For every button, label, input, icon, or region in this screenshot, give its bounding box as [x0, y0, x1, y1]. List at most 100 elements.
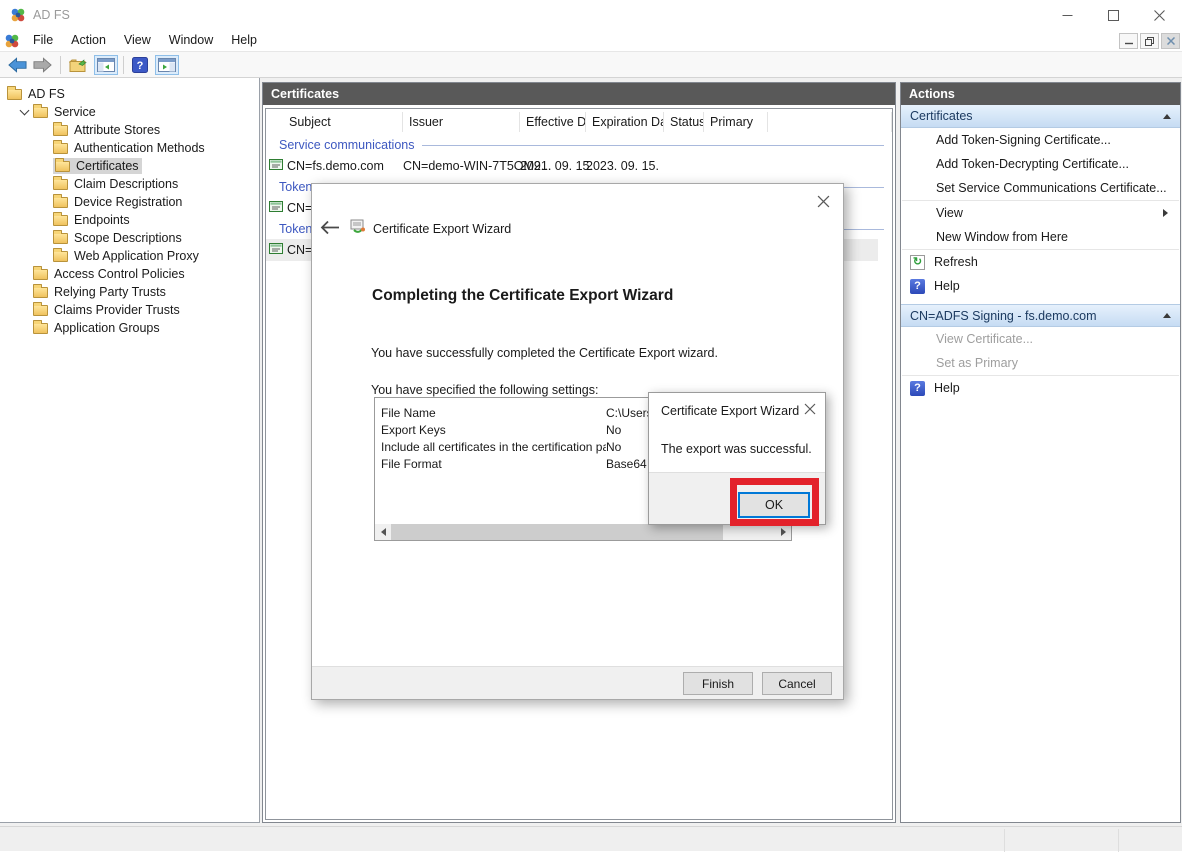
tree-item-adfs[interactable]: AD FS — [0, 85, 259, 103]
title-bar: AD FS — [0, 0, 1182, 30]
minimize-button[interactable] — [1044, 0, 1090, 30]
folder-icon — [33, 269, 48, 280]
maximize-button[interactable] — [1090, 0, 1136, 30]
menu-help[interactable]: Help — [222, 30, 266, 52]
column-subject[interactable]: Subject — [266, 112, 403, 132]
statusbar-cell — [1118, 829, 1182, 852]
tree-item-attribute-stores[interactable]: Attribute Stores — [0, 121, 259, 139]
refresh-icon: ↻ — [910, 255, 925, 270]
cert-effective-date: 2021. 09. 15. — [520, 159, 586, 173]
tree-item-claims-provider-trusts[interactable]: Claims Provider Trusts — [0, 301, 259, 319]
forward-icon[interactable] — [30, 54, 55, 76]
cert-row-service-communications[interactable]: CN=fs.demo.com CN=demo-WIN-7T5OM9... 202… — [266, 155, 892, 177]
scroll-left-icon[interactable] — [375, 524, 391, 540]
tree-item-label: Service — [54, 105, 96, 119]
tree-item-scope-descriptions[interactable]: Scope Descriptions — [0, 229, 259, 247]
wizard-back-icon[interactable] — [320, 220, 341, 238]
action-add-token-decrypting[interactable]: Add Token-Decrypting Certificate... — [901, 152, 1180, 176]
menu-bar: File Action View Window Help — [0, 30, 1182, 52]
help-icon: ? — [910, 279, 925, 294]
menu-window[interactable]: Window — [160, 30, 222, 52]
tree-item-label: Claims Provider Trusts — [54, 303, 180, 317]
tree-item-authentication-methods[interactable]: Authentication Methods — [0, 139, 259, 157]
menu-file[interactable]: File — [24, 30, 62, 52]
selected-tree-node: Certificates — [53, 158, 142, 174]
tree-item-certificates[interactable]: Certificates — [0, 157, 259, 175]
tree-item-access-control-policies[interactable]: Access Control Policies — [0, 265, 259, 283]
menu-action[interactable]: Action — [62, 30, 115, 52]
folder-icon — [53, 251, 68, 262]
child-close-button[interactable] — [1161, 33, 1180, 49]
folder-icon — [33, 107, 48, 118]
scrollbar-track[interactable] — [391, 524, 775, 540]
certificate-icon — [269, 243, 283, 257]
action-view-certificate[interactable]: View Certificate... — [901, 327, 1180, 351]
tree-item-label: AD FS — [28, 87, 65, 101]
ok-button[interactable]: OK — [738, 492, 810, 518]
tree-item-label: Access Control Policies — [54, 267, 185, 281]
tree-item-label: Application Groups — [54, 321, 160, 335]
tree-item-endpoints[interactable]: Endpoints — [0, 211, 259, 229]
tree-item-device-registration[interactable]: Device Registration — [0, 193, 259, 211]
tree-item-label: Claim Descriptions — [74, 177, 178, 191]
action-help-2[interactable]: ? Help — [901, 376, 1180, 400]
console-tree-icon[interactable] — [94, 55, 118, 75]
action-set-service-communications[interactable]: Set Service Communications Certificate..… — [901, 176, 1180, 200]
folder-icon — [53, 197, 68, 208]
folder-icon — [33, 287, 48, 298]
messagebox-close-icon[interactable] — [803, 402, 817, 416]
column-status[interactable]: Status — [664, 112, 704, 132]
tree-item-label: Web Application Proxy — [74, 249, 199, 263]
cancel-button[interactable]: Cancel — [762, 672, 832, 695]
folder-icon — [53, 215, 68, 226]
scroll-right-icon[interactable] — [775, 524, 791, 540]
toolbar-separator — [123, 56, 124, 74]
cert-issuer: CN=demo-WIN-7T5OM9... — [403, 159, 520, 173]
tree-item-label: Relying Party Trusts — [54, 285, 166, 299]
action-refresh[interactable]: ↻ Refresh — [901, 250, 1180, 274]
action-help-1[interactable]: ? Help — [901, 274, 1180, 298]
chevron-down-icon[interactable] — [15, 111, 33, 114]
tree-item-relying-party-trusts[interactable]: Relying Party Trusts — [0, 283, 259, 301]
finish-button[interactable]: Finish — [683, 672, 753, 695]
folder-icon — [53, 143, 68, 154]
menu-view[interactable]: View — [115, 30, 160, 52]
column-expiration-date[interactable]: Expiration Date — [586, 112, 664, 132]
action-set-as-primary[interactable]: Set as Primary — [901, 351, 1180, 375]
certificate-export-icon — [349, 217, 367, 238]
help-icon[interactable]: ? — [129, 54, 151, 76]
tree-item-web-application-proxy[interactable]: Web Application Proxy — [0, 247, 259, 265]
column-primary[interactable]: Primary — [704, 112, 768, 132]
wizard-title: Certificate Export Wizard — [373, 222, 511, 236]
certificate-icon — [269, 159, 283, 173]
back-icon[interactable] — [5, 54, 30, 76]
action-new-window[interactable]: New Window from Here — [901, 225, 1180, 249]
actions-section-certificates[interactable]: Certificates — [901, 105, 1180, 128]
actions-section-adfs-signing[interactable]: CN=ADFS Signing - fs.demo.com — [901, 304, 1180, 327]
tree-item-service[interactable]: Service — [0, 103, 259, 121]
column-effective-date[interactable]: Effective Date — [520, 112, 586, 132]
window-title: AD FS — [33, 8, 70, 22]
child-restore-button[interactable] — [1140, 33, 1159, 49]
new-window-icon[interactable] — [155, 55, 179, 75]
folder-icon — [55, 161, 70, 172]
child-minimize-button[interactable] — [1119, 33, 1138, 49]
collapse-icon[interactable] — [1163, 114, 1171, 119]
scrollbar-thumb[interactable] — [391, 524, 723, 540]
collapse-icon[interactable] — [1163, 313, 1171, 318]
column-issuer[interactable]: Issuer — [403, 112, 520, 132]
action-view[interactable]: View — [901, 201, 1180, 225]
tree-item-label: Scope Descriptions — [74, 231, 182, 245]
adfs-app-icon — [10, 7, 26, 23]
tree-item-application-groups[interactable]: Application Groups — [0, 319, 259, 337]
toolbar: ? — [0, 52, 1182, 78]
wizard-close-icon[interactable] — [815, 193, 831, 209]
close-button[interactable] — [1136, 0, 1182, 30]
export-folder-icon[interactable] — [66, 54, 90, 76]
tree-item-claim-descriptions[interactable]: Claim Descriptions — [0, 175, 259, 193]
tree-item-label: Certificates — [76, 159, 139, 173]
action-add-token-signing[interactable]: Add Token-Signing Certificate... — [901, 128, 1180, 152]
toolbar-separator — [60, 56, 61, 74]
horizontal-scrollbar[interactable] — [375, 524, 791, 540]
group-service-communications: Service communications — [266, 135, 892, 155]
